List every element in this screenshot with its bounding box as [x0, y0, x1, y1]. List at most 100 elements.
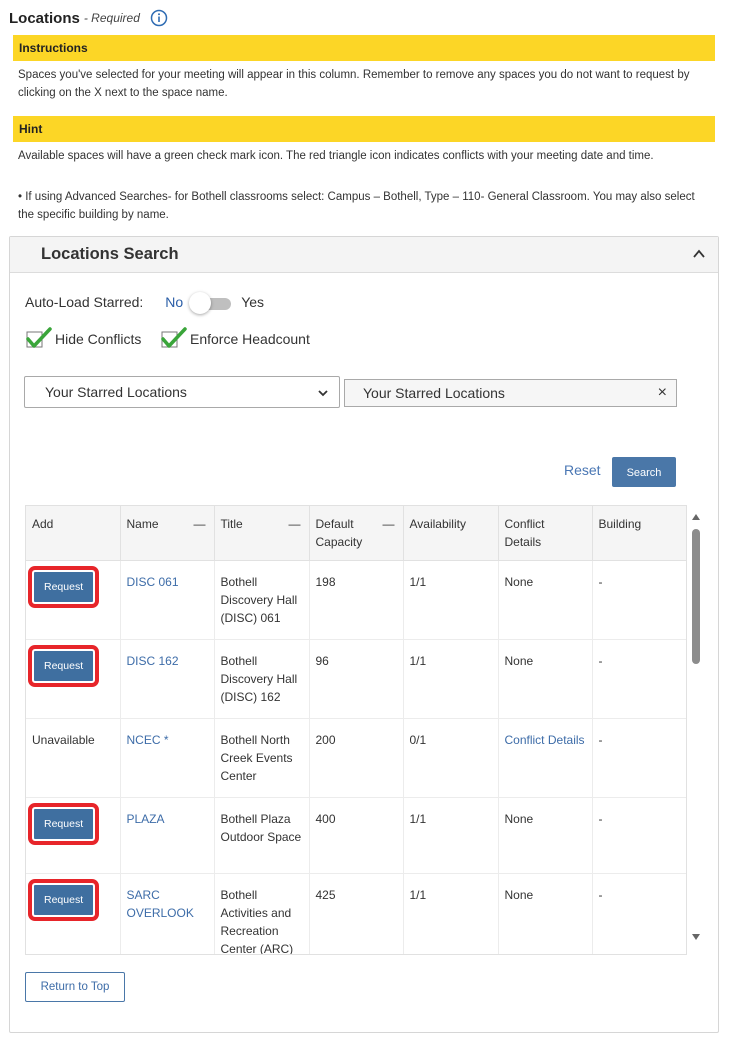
column-header-title[interactable]: Title — [214, 506, 310, 561]
checkmark-icon [161, 327, 187, 348]
add-cell: Request [26, 639, 121, 719]
column-label: Name [126, 517, 159, 531]
column-header-availability[interactable]: Availability [403, 506, 499, 561]
toggle-knob [189, 292, 212, 314]
autoload-toggle[interactable] [189, 292, 233, 314]
panel-header[interactable]: Locations Search [10, 237, 718, 273]
reset-link[interactable]: Reset [564, 462, 601, 478]
locations-header: Locations - Required [9, 7, 168, 29]
info-icon[interactable] [150, 9, 168, 27]
column-header-building[interactable]: Building [592, 506, 686, 561]
add-cell: Request [26, 873, 121, 954]
availability-cell: 0/1 [403, 718, 499, 798]
request-button[interactable]: Request [27, 803, 100, 845]
column-header-add: Add [26, 506, 121, 561]
close-icon[interactable]: × [658, 384, 667, 402]
enforce-headcount-checkbox[interactable]: Enforce Headcount [160, 327, 310, 351]
select-value: Your Starred Locations [45, 384, 187, 400]
panel-title: Locations Search [41, 245, 179, 263]
column-label: Availability [409, 517, 466, 531]
required-label: - Required [83, 11, 140, 25]
table-header-row: Add Name — Title — Default Capacity — Avail… [26, 506, 686, 561]
column-label: Conflict Details [504, 517, 545, 549]
autoload-yes: Yes [241, 294, 265, 310]
scroll-down-icon[interactable] [691, 933, 701, 941]
table-scrollbar[interactable] [690, 505, 704, 955]
chevron-up-icon[interactable] [692, 247, 706, 261]
name-cell: SARC OVERLOOK [120, 873, 215, 954]
location-name-link[interactable]: NCEC * [127, 733, 169, 747]
availability-cell: 1/1 [403, 639, 499, 719]
capacity-cell: 198 [309, 560, 404, 640]
column-header-name[interactable]: Name — [120, 506, 215, 561]
availability-cell: 1/1 [403, 873, 499, 954]
column-label: Add [32, 517, 54, 531]
conflict-cell: None [498, 797, 593, 874]
capacity-cell: 96 [309, 639, 404, 719]
hint-heading: Hint [19, 122, 43, 136]
page-title: Locations [9, 9, 80, 27]
availability-cell: 1/1 [403, 560, 499, 640]
search-button[interactable]: Search [612, 457, 676, 487]
selected-filter-chip: Your Starred Locations × [344, 379, 677, 407]
name-cell: DISC 061 [120, 560, 215, 640]
locations-table: Add Name — Title — Default Capacity — Avail… [26, 506, 686, 954]
hint-text: Available spaces will have a green check… [18, 150, 654, 162]
location-name-link[interactable]: DISC 061 [127, 575, 179, 589]
collapse-dash-icon[interactable]: — [194, 515, 206, 533]
autoload-label: Auto-Load Starred: [25, 294, 144, 310]
add-cell: Request [26, 797, 121, 874]
conflict-cell: None [498, 560, 593, 640]
column-label: Default Capacity [315, 517, 363, 549]
collapse-dash-icon[interactable]: — [383, 515, 395, 533]
location-name-link[interactable]: DISC 162 [127, 654, 179, 668]
title-cell: Bothell Activities and Recreation Center… [214, 873, 310, 954]
hint-bar: Hint [13, 116, 715, 142]
capacity-cell: 200 [309, 718, 404, 798]
conflict-cell: None [498, 873, 593, 954]
location-name-link[interactable]: SARC OVERLOOK [127, 888, 194, 920]
availability-cell: 1/1 [403, 797, 499, 874]
title-cell: Bothell Discovery Hall (DISC) 162 [214, 639, 310, 719]
conflict-cell: None [498, 639, 593, 719]
capacity-cell: 425 [309, 873, 404, 954]
location-type-select[interactable]: Your Starred Locations [24, 376, 340, 408]
capacity-cell: 400 [309, 797, 404, 874]
table-row: Request PLAZA Bothell Plaza Outdoor Spac… [26, 797, 686, 874]
building-cell: - [592, 639, 686, 719]
locations-search-panel: Locations Search Auto-Load Starred: No Y… [9, 236, 719, 1033]
building-cell: - [592, 560, 686, 640]
building-cell: - [592, 718, 686, 798]
title-cell: Bothell Plaza Outdoor Space [214, 797, 310, 874]
instructions-text: Spaces you've selected for your meeting … [18, 69, 690, 99]
collapse-dash-icon[interactable]: — [289, 515, 301, 533]
autoload-row: Auto-Load Starred: No Yes [25, 292, 265, 314]
table-row: Unavailable NCEC * Bothell North Creek E… [26, 718, 686, 798]
table-row: Request SARC OVERLOOK Bothell Activities… [26, 873, 686, 954]
building-cell: - [592, 873, 686, 954]
request-button[interactable]: Request [27, 566, 100, 608]
conflict-details-link[interactable]: Conflict Details [498, 718, 593, 798]
hide-conflicts-checkbox[interactable]: Hide Conflicts [25, 327, 141, 351]
name-cell: PLAZA [120, 797, 215, 874]
title-cell: Bothell Discovery Hall (DISC) 061 [214, 560, 310, 640]
instructions-heading: Instructions [19, 41, 88, 55]
name-cell: NCEC * [120, 718, 215, 798]
column-label: Building [598, 517, 642, 531]
chip-label: Your Starred Locations [363, 385, 505, 401]
location-name-link[interactable]: PLAZA [127, 812, 165, 826]
table-row: Request DISC 162 Bothell Discovery Hall … [26, 639, 686, 719]
request-button[interactable]: Request [27, 879, 100, 921]
column-header-conflict[interactable]: Conflict Details [498, 506, 593, 561]
table-row: Request DISC 061 Bothell Discovery Hall … [26, 560, 686, 640]
request-button[interactable]: Request [27, 645, 100, 687]
scroll-up-icon[interactable] [691, 513, 701, 521]
autoload-no: No [165, 294, 184, 310]
scrollbar-thumb[interactable] [692, 529, 700, 664]
hide-conflicts-label: Hide Conflicts [55, 331, 142, 347]
enforce-headcount-label: Enforce Headcount [190, 331, 310, 347]
locations-grid: Add Name — Title — Default Capacity — Avail… [25, 505, 687, 955]
return-to-top-button[interactable]: Return to Top [25, 972, 125, 1002]
add-cell: Unavailable [26, 718, 121, 798]
column-header-capacity[interactable]: Default Capacity — [309, 506, 404, 561]
